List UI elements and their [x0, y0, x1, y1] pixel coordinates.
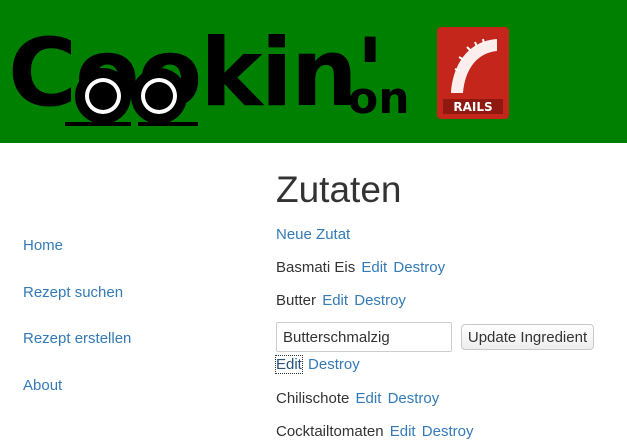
ingredient-name: Butter — [276, 292, 317, 309]
destroy-link[interactable]: Destroy — [308, 356, 360, 373]
nav-rezept-erstellen[interactable]: Rezept erstellen — [23, 329, 131, 349]
destroy-link[interactable]: Destroy — [388, 390, 440, 407]
nav-about[interactable]: About — [23, 376, 62, 396]
header-banner: Cookin' on RAILS — [0, 0, 627, 143]
ingredient-name: Basmati Eis — [276, 259, 356, 276]
destroy-link[interactable]: Destroy — [393, 259, 445, 276]
plate-cutlery-icon — [65, 68, 198, 126]
logo-on: on — [348, 73, 410, 124]
ingredient-row: Cocktailtomaten Edit Destroy — [276, 422, 473, 442]
edit-link[interactable]: Edit — [390, 423, 416, 440]
rails-logo-icon: RAILS — [437, 27, 509, 119]
nav-home[interactable]: Home — [23, 236, 63, 256]
ingredient-name-input[interactable] — [276, 322, 452, 352]
ingredient-name: Cocktailtomaten — [276, 423, 384, 440]
edit-link[interactable]: Edit — [322, 292, 348, 309]
ingredient-row: Butter Edit Destroy — [276, 291, 406, 311]
nav-rezept-suchen[interactable]: Rezept suchen — [23, 283, 123, 303]
new-ingredient-row: Neue Zutat — [276, 225, 350, 245]
destroy-link[interactable]: Destroy — [354, 292, 406, 309]
destroy-link[interactable]: Destroy — [422, 423, 474, 440]
edit-link[interactable]: Edit — [356, 390, 382, 407]
edit-ingredient-form: Update Ingredient — [276, 322, 627, 352]
new-ingredient-link[interactable]: Neue Zutat — [276, 226, 350, 243]
ingredient-row: Chilischote Edit Destroy — [276, 389, 439, 409]
ingredient-name: Chilischote — [276, 390, 350, 407]
update-ingredient-button[interactable]: Update Ingredient — [461, 324, 594, 350]
edit-link[interactable]: Edit — [361, 259, 387, 276]
rails-logo-label: RAILS — [453, 100, 492, 114]
page-title: Zutaten — [276, 169, 402, 210]
edit-link[interactable]: Edit — [275, 355, 303, 374]
ingredient-row: Basmati Eis Edit Destroy — [276, 258, 445, 278]
ingredient-row: Edit Destroy — [275, 355, 360, 375]
